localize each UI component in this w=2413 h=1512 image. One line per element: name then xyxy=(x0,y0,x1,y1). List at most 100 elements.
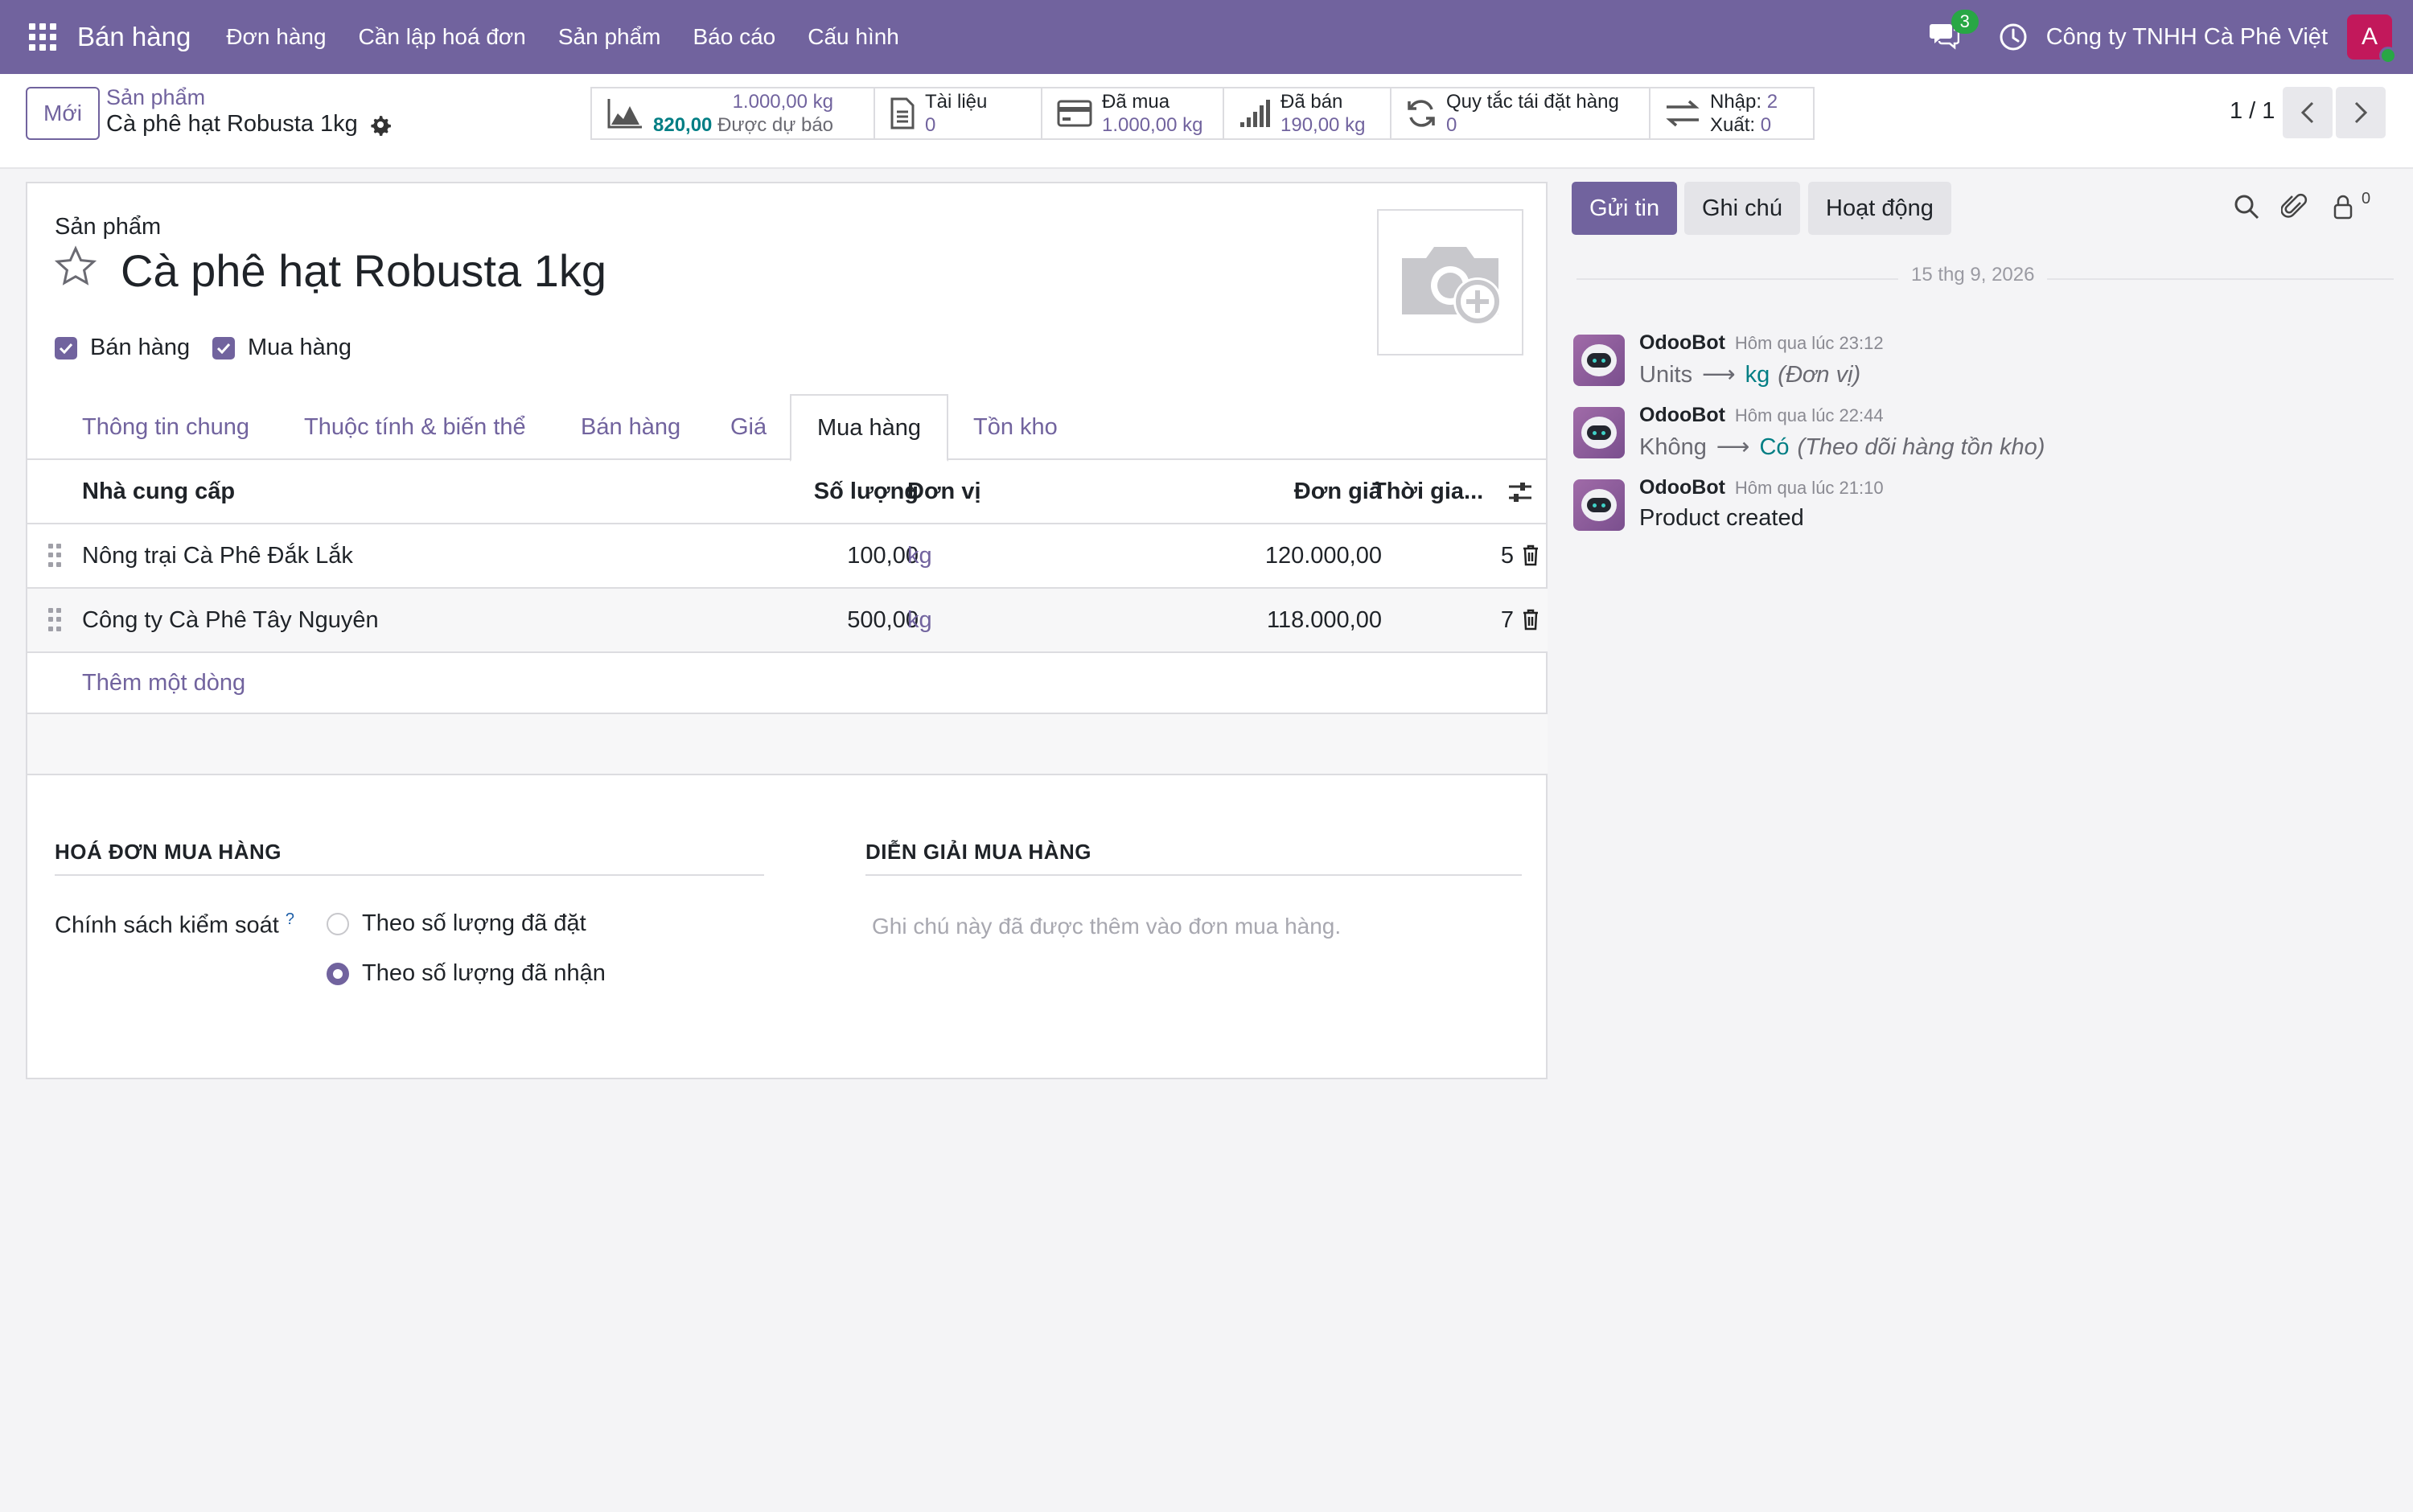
follower-lock-icon[interactable] xyxy=(2331,193,2358,220)
product-image-upload[interactable] xyxy=(1377,209,1523,355)
add-line-row: Thêm một dòng xyxy=(27,653,1548,714)
send-message-button[interactable]: Gửi tin xyxy=(1572,182,1678,235)
column-settings-icon[interactable] xyxy=(1507,479,1533,505)
sold-value: 190,00 kg xyxy=(1280,114,1366,136)
breadcrumb-current: Cà phê hạt Robusta 1kg xyxy=(106,111,392,138)
search-icon[interactable] xyxy=(2233,193,2260,220)
messaging-icon[interactable]: 3 xyxy=(1929,10,1979,53)
row-lead-time[interactable]: 7 xyxy=(1443,589,1514,651)
drag-handle-icon[interactable] xyxy=(48,544,61,568)
trash-icon[interactable] xyxy=(1522,608,1539,631)
menu-configuration[interactable]: Cấu hình xyxy=(808,24,899,50)
moves-in-value: 2 xyxy=(1766,91,1778,113)
col-vendor[interactable]: Nhà cung cấp xyxy=(82,460,235,523)
tracking-change: Units ⟶ kg (Đơn vị) xyxy=(1639,360,1860,388)
checkbox-checked-icon xyxy=(212,336,235,360)
sold-smart-button[interactable]: Đã bán 190,00 kg xyxy=(1224,88,1391,138)
row-unit-price[interactable]: 118.000,00 xyxy=(1178,589,1382,651)
company-switcher[interactable]: Công ty TNHH Cà Phê Việt xyxy=(2046,24,2328,51)
user-avatar[interactable]: A xyxy=(2347,14,2397,64)
pager-previous-button[interactable] xyxy=(2283,87,2333,138)
col-quantity[interactable]: Số lượng xyxy=(751,460,919,523)
row-unit-price[interactable]: 120.000,00 xyxy=(1178,524,1382,587)
checkbox-checked-icon xyxy=(55,336,77,360)
menu-reporting[interactable]: Báo cáo xyxy=(693,24,775,50)
col-unit-price[interactable]: Đơn giá xyxy=(1178,460,1382,523)
row-quantity[interactable]: 100,00 xyxy=(751,524,919,587)
area-chart-icon xyxy=(607,99,642,129)
odoobot-avatar[interactable] xyxy=(1573,335,1625,386)
reorder-rules-smart-button[interactable]: Quy tắc tái đặt hàng 0 xyxy=(1391,88,1650,138)
signal-bars-icon xyxy=(1240,100,1270,127)
tab-purchase[interactable]: Mua hàng xyxy=(790,394,948,462)
activity-clock-icon[interactable] xyxy=(1998,22,2029,52)
product-name[interactable]: Cà phê hạt Robusta 1kg xyxy=(121,244,606,297)
purchased-smart-button[interactable]: Đã mua 1.000,00 kg xyxy=(1042,88,1224,138)
purchase-description-input[interactable]: Ghi chú này đã được thêm vào đơn mua hàn… xyxy=(872,914,1341,939)
favorite-star-icon[interactable] xyxy=(53,244,98,290)
message-body: Product created xyxy=(1639,505,1804,531)
documents-smart-button[interactable]: Tài liệu 0 xyxy=(875,88,1042,138)
can-be-sold-checkbox[interactable]: Bán hàng xyxy=(55,335,190,361)
odoobot-avatar[interactable] xyxy=(1573,479,1625,531)
drag-handle-icon[interactable] xyxy=(48,608,61,632)
new-value: kg xyxy=(1745,362,1770,388)
table-row[interactable]: Công ty Cà Phê Tây Nguyên 500,00 kg 118.… xyxy=(27,589,1548,653)
smart-buttons: 1.000,00 kg 820,00 Được dự báo Tài liệu 0… xyxy=(590,87,1815,140)
old-value: Không xyxy=(1639,434,1707,460)
chevron-right-icon xyxy=(2354,101,2368,124)
activity-button[interactable]: Hoạt động xyxy=(1808,182,1951,235)
gear-icon[interactable] xyxy=(369,113,392,136)
moves-in-label: Nhập: xyxy=(1710,91,1762,113)
help-tooltip-icon[interactable]: ? xyxy=(286,910,294,928)
camera-add-icon xyxy=(1402,247,1502,326)
policy-ordered-radio[interactable]: Theo số lượng đã đặt xyxy=(327,910,586,937)
message-author[interactable]: OdooBot xyxy=(1639,331,1725,354)
tab-inventory[interactable]: Tồn kho xyxy=(973,394,1058,460)
pager-value[interactable]: 1 / 1 xyxy=(2230,98,2275,125)
app-grid-icon[interactable] xyxy=(29,23,56,51)
forecast-smart-button[interactable]: 1.000,00 kg 820,00 Được dự báo xyxy=(592,88,875,138)
breadcrumb-parent[interactable]: Sản phẩm xyxy=(106,85,205,110)
date-separator-label: 15 thg 9, 2026 xyxy=(1898,264,2048,286)
log-note-button[interactable]: Ghi chú xyxy=(1684,182,1800,235)
paperclip-icon[interactable] xyxy=(2281,193,2308,220)
row-quantity[interactable]: 500,00 xyxy=(751,589,919,651)
odoobot-avatar[interactable] xyxy=(1573,407,1625,458)
add-line-link[interactable]: Thêm một dòng xyxy=(82,653,245,713)
menu-orders[interactable]: Đơn hàng xyxy=(226,24,326,50)
documents-label: Tài liệu xyxy=(925,91,988,113)
table-row[interactable]: Nông trại Cà Phê Đắk Lắk 100,00 kg 120.0… xyxy=(27,524,1548,589)
pager-next-button[interactable] xyxy=(2336,87,2386,138)
reorder-count: 0 xyxy=(1446,114,1457,136)
menu-to-invoice[interactable]: Cần lập hoá đơn xyxy=(359,24,526,50)
tracked-field: (Đơn vị) xyxy=(1778,362,1861,388)
tab-general-info[interactable]: Thông tin chung xyxy=(82,394,249,460)
trash-icon[interactable] xyxy=(1522,544,1539,566)
refresh-icon xyxy=(1408,100,1435,127)
table-header: Nhà cung cấp Số lượng Đơn vị Đơn giá Thờ… xyxy=(27,460,1548,524)
moves-smart-button[interactable]: Nhập: 2 Xuất: 0 xyxy=(1650,88,1813,138)
vendor-bills-section-title: HOÁ ĐƠN MUA HÀNG xyxy=(55,840,764,876)
purchase-description-section-title: DIỄN GIẢI MUA HÀNG xyxy=(865,840,1522,876)
row-vendor[interactable]: Công ty Cà Phê Tây Nguyên xyxy=(82,589,379,651)
col-uom[interactable]: Đơn vị xyxy=(907,460,981,523)
col-lead-time[interactable]: Thời gia... xyxy=(1372,460,1483,523)
message-author[interactable]: OdooBot xyxy=(1639,404,1725,426)
can-be-purchased-checkbox[interactable]: Mua hàng xyxy=(212,335,351,361)
forecast-value: 820,00 xyxy=(653,114,713,136)
top-navbar: Bán hàng Đơn hàng Cần lập hoá đơn Sản ph… xyxy=(0,0,2413,74)
tab-attributes-variants[interactable]: Thuộc tính & biến thể xyxy=(304,394,526,460)
tab-pricing[interactable]: Giá xyxy=(730,394,767,460)
row-uom[interactable]: kg xyxy=(907,589,932,651)
policy-received-radio[interactable]: Theo số lượng đã nhận xyxy=(327,960,606,987)
new-button[interactable]: Mới xyxy=(26,87,100,140)
tab-sales[interactable]: Bán hàng xyxy=(581,394,680,460)
tracked-field: (Theo dõi hàng tồn kho) xyxy=(1797,434,2045,460)
row-vendor[interactable]: Nông trại Cà Phê Đắk Lắk xyxy=(82,524,353,587)
row-lead-time[interactable]: 5 xyxy=(1443,524,1514,587)
row-uom[interactable]: kg xyxy=(907,524,932,587)
menu-products[interactable]: Sản phẩm xyxy=(558,24,661,50)
app-name[interactable]: Bán hàng xyxy=(77,22,191,52)
message-author[interactable]: OdooBot xyxy=(1639,476,1725,499)
